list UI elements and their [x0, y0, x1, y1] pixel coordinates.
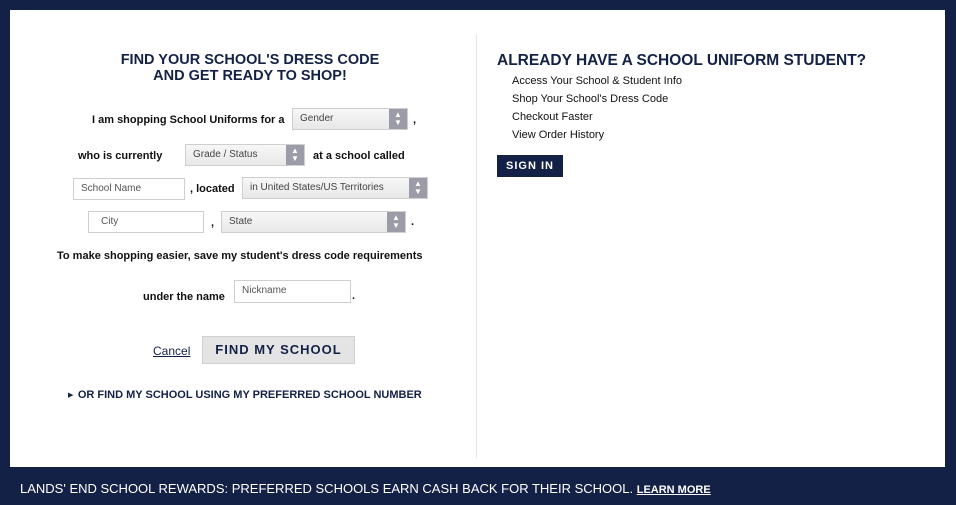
- list-item: Shop Your School's Dress Code: [512, 93, 669, 105]
- currently-label: who is currently: [78, 150, 163, 162]
- cancel-link[interactable]: Cancel: [153, 344, 190, 358]
- up-down-arrows-icon: ▲ ▼: [286, 145, 304, 165]
- find-heading-line2: AND GET READY TO SHOP!: [153, 68, 347, 84]
- preferred-school-link[interactable]: ▶ OR FIND MY SCHOOL USING MY PREFERRED S…: [68, 385, 422, 403]
- rewards-banner-text: LANDS' END SCHOOL REWARDS: PREFERRED SCH…: [20, 481, 634, 496]
- benefits-list: Access Your School & Student Info Shop Y…: [512, 72, 682, 144]
- period-label: .: [411, 216, 415, 228]
- comma-label: ,: [413, 114, 417, 126]
- grade-select-value: Grade / Status: [193, 149, 258, 160]
- list-item: Access Your School & Student Info: [512, 75, 683, 87]
- preferred-school-link-label: OR FIND MY SCHOOL USING MY PREFERRED SCH…: [77, 389, 422, 401]
- location-select[interactable]: in United States/US Territories ▲ ▼: [242, 177, 428, 199]
- up-down-arrows-icon: ▲ ▼: [409, 178, 427, 198]
- shopping-for-label: I am shopping School Uniforms for a: [92, 114, 285, 126]
- under-name-label: under the name: [143, 291, 225, 303]
- already-have-title: ALREADY HAVE A SCHOOL UNIFORM STUDENT?: [497, 52, 867, 69]
- school-called-label: at a school called: [313, 150, 405, 162]
- find-my-school-button[interactable]: FIND MY SCHOOL: [202, 336, 355, 364]
- city-input[interactable]: City: [88, 211, 204, 233]
- gender-select-value: Gender: [300, 113, 334, 124]
- list-item: Checkout Faster: [512, 111, 593, 123]
- grade-status-select[interactable]: Grade / Status ▲ ▼: [185, 144, 305, 166]
- school-name-input[interactable]: School Name: [73, 178, 185, 200]
- comma-label: ,: [211, 217, 215, 229]
- find-heading: FIND YOUR SCHOOL'S DRESS CODE AND GET RE…: [90, 52, 410, 84]
- rewards-banner: LANDS' END SCHOOL REWARDS: PREFERRED SCH…: [20, 481, 940, 496]
- state-select[interactable]: State ▲ ▼: [221, 211, 406, 233]
- location-select-value: in United States/US Territories: [250, 182, 384, 193]
- state-select-value: State: [229, 216, 253, 227]
- up-down-arrows-icon: ▲ ▼: [387, 212, 405, 232]
- period-label: .: [352, 290, 356, 302]
- column-divider: [476, 34, 477, 458]
- gender-select[interactable]: Gender ▲ ▼: [292, 108, 408, 130]
- main-panel: FIND YOUR SCHOOL'S DRESS CODE AND GET RE…: [10, 10, 945, 467]
- find-heading-line1: FIND YOUR SCHOOL'S DRESS CODE: [120, 52, 380, 68]
- list-item: View Order History: [512, 129, 605, 141]
- learn-more-link[interactable]: LEARN MORE: [637, 484, 711, 496]
- nickname-input[interactable]: Nickname: [234, 280, 351, 303]
- up-down-arrows-icon: ▲ ▼: [389, 109, 407, 129]
- save-requirements-label: To make shopping easier, save my student…: [57, 250, 423, 262]
- triangle-right-icon: ▶: [68, 392, 74, 399]
- sign-in-button[interactable]: SIGN IN: [497, 155, 563, 177]
- located-label: , located: [190, 183, 235, 195]
